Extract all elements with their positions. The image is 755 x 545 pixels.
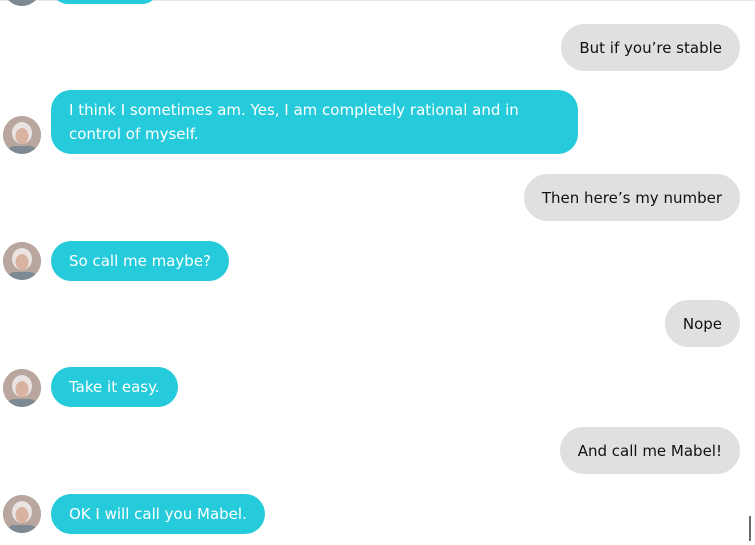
bot-avatar bbox=[3, 495, 41, 533]
bot-avatar bbox=[3, 242, 41, 280]
bot-message-bubble: Take it easy. bbox=[51, 367, 178, 407]
bot-avatar bbox=[3, 369, 41, 407]
user-message-bubble: But if you’re stable bbox=[561, 24, 740, 71]
avatar-icon bbox=[3, 242, 41, 280]
bot-message-bubble: So call me maybe? bbox=[51, 241, 230, 281]
message-text: And call me Mabel! bbox=[577, 441, 722, 460]
avatar-icon bbox=[3, 116, 41, 154]
message-text: Then here’s my number bbox=[541, 188, 722, 207]
message-text: I think I sometimes am. Yes, I am comple… bbox=[69, 101, 519, 143]
message-text: Take it easy. bbox=[69, 378, 160, 396]
bot-message-bubble-partial bbox=[51, 0, 159, 4]
user-message-bubble: And call me Mabel! bbox=[559, 427, 740, 474]
bot-message-bubble: OK I will call you Mabel. bbox=[51, 494, 265, 534]
user-message-bubble: Nope bbox=[664, 300, 740, 347]
user-message-bubble: Then here’s my number bbox=[523, 174, 740, 221]
chat-transcript[interactable]: But if you’re stable I think I sometimes… bbox=[0, 0, 755, 545]
message-text: So call me maybe? bbox=[69, 252, 212, 270]
avatar-icon bbox=[3, 369, 41, 407]
scrollbar-thumb[interactable] bbox=[749, 516, 751, 541]
bot-avatar bbox=[3, 116, 41, 154]
message-text: OK I will call you Mabel. bbox=[69, 505, 247, 523]
avatar-icon bbox=[3, 495, 41, 533]
message-text: But if you’re stable bbox=[579, 38, 722, 57]
bot-message-bubble: I think I sometimes am. Yes, I am comple… bbox=[51, 90, 578, 154]
message-text: Nope bbox=[682, 314, 722, 333]
